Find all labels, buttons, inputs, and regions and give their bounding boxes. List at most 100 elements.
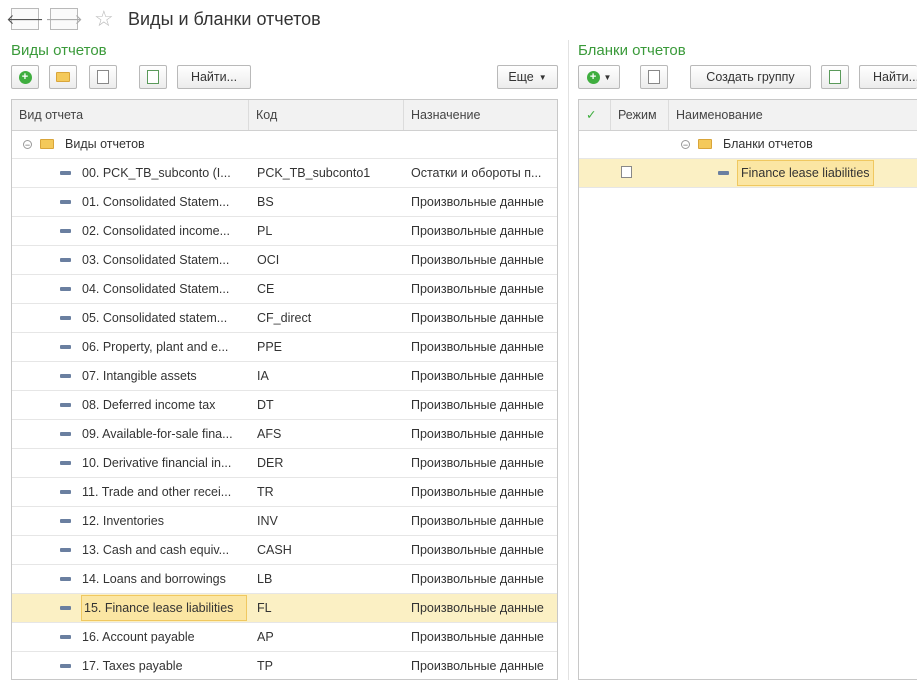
group-label: Бланки отчетов [723,137,813,151]
favorite-star-icon[interactable]: ☆ [94,6,114,32]
report-forms-table[interactable]: ✓ Режим Наименование − Бланки отчетов Fi… [578,99,917,680]
item-dash-icon [60,258,71,262]
code-cell: CASH [257,543,292,557]
collapse-icon[interactable]: − [681,140,690,150]
type-cell: 10. Derivative financial in... [82,456,232,470]
purpose-cell: Произвольные данные [411,195,544,209]
type-cell: 15. Finance lease liabilities [81,595,247,621]
type-cell: 11. Trade and other recei... [82,485,232,499]
table-row[interactable]: 08. Deferred income tax DT Произвольные да… [12,391,557,420]
table-row[interactable]: 07. Intangible assets IA Произвольные данн… [12,362,557,391]
purpose-cell: Произвольные данные [411,659,544,673]
right-add-button[interactable]: + ▼ [578,65,620,89]
group-row[interactable]: − Виды отчетов [12,130,557,159]
code-cell: OCI [257,253,280,267]
new-document-button[interactable] [139,65,167,89]
type-cell: 08. Deferred income tax [82,398,216,412]
purpose-cell: Произвольные данные [411,253,544,267]
table-row[interactable]: 05. Consolidated statem... CF_direct Произ… [12,304,557,333]
document-add-icon [147,70,159,84]
type-cell: 14. Loans and borrowings [82,572,226,586]
table-row[interactable]: 09. Available-for-sale fina... AFS Произво… [12,420,557,449]
add-button[interactable]: + [11,65,39,89]
purpose-cell: Произвольные данные [411,282,544,296]
item-dash-icon [60,403,71,407]
report-types-table[interactable]: Вид отчета Код Назначение − Виды отчетов… [11,99,558,680]
table-row[interactable]: 14. Loans and borrowings LB Произвольные д… [12,565,557,594]
type-cell: 00. PCK_TB_subconto (I... [82,166,231,180]
page-title: Виды и бланки отчетов [128,9,321,29]
right-find-button[interactable]: Найти... [859,65,917,89]
code-cell: PPE [257,340,283,354]
splitter[interactable] [568,40,569,680]
purpose-cell: Произвольные данные [411,456,544,470]
type-cell: 06. Property, plant and e... [82,340,229,354]
table-row[interactable]: 00. PCK_TB_subconto (I... PCK_TB_subconto… [12,159,557,188]
chevron-down-icon: ▼ [603,72,612,82]
more-button[interactable]: Еще ▼ [497,65,558,89]
item-dash-icon [60,432,71,436]
add-icon: + [586,70,600,84]
table-header: Вид отчета Код Назначение [12,100,557,131]
item-dash-icon [60,519,71,523]
column-header-check[interactable]: ✓ [579,100,611,130]
column-header-type[interactable]: Вид отчета [12,100,249,130]
left-find-button[interactable]: Найти... [177,65,251,89]
more-label: Еще [508,70,534,84]
table-row[interactable]: 17. Taxes payable TP Произвольные данные [12,652,557,679]
collapse-icon[interactable]: − [23,140,32,150]
code-cell: DT [257,398,274,412]
arrow-right-icon: 🡒 [45,10,83,27]
purpose-cell: Произвольные данные [411,601,544,615]
forward-button[interactable]: 🡒 [45,8,83,30]
item-dash-icon [718,171,729,175]
table-row[interactable]: 04. Consolidated Statem... CE Произвольные… [12,275,557,304]
type-cell: 13. Cash and cash equiv... [82,543,230,557]
add-folder-button[interactable] [49,65,77,89]
group-row[interactable]: − Бланки отчетов [579,130,917,159]
item-dash-icon [60,374,71,378]
table-row[interactable]: 03. Consolidated Statem... OCI Произвольны… [12,246,557,275]
right-copy-button[interactable] [640,65,668,89]
code-cell: PL [257,224,273,238]
table-row[interactable]: 16. Account payable AP Произвольные данные [12,623,557,652]
code-cell: AP [257,630,274,644]
type-cell: 17. Taxes payable [82,659,183,673]
item-dash-icon [60,606,71,610]
purpose-cell: Произвольные данные [411,572,544,586]
table-row[interactable]: 01. Consolidated Statem... BS Произвольные… [12,188,557,217]
code-cell: CF_direct [257,311,312,325]
type-cell: 16. Account payable [82,630,195,644]
mode-document-icon [621,166,632,178]
table-row[interactable]: 02. Consolidated income... PL Произвольные… [12,217,557,246]
purpose-cell: Произвольные данные [411,369,544,383]
arrow-left-icon: 🡐 [6,10,44,27]
table-row[interactable]: 10. Derivative financial in... DER Произво… [12,449,557,478]
form-name-cell[interactable]: Finance lease liabilities [737,160,874,186]
column-header-purpose[interactable]: Назначение [404,100,557,130]
item-dash-icon [60,200,71,204]
table-row[interactable]: 15. Finance lease liabilities FL Произволь… [12,594,557,623]
table-row[interactable]: 12. Inventories INV Произвольные данные [12,507,557,536]
right-new-document-button[interactable] [821,65,849,89]
type-cell: 01. Consolidated Statem... [82,195,230,209]
code-cell: LB [257,572,273,586]
copy-button[interactable] [89,65,117,89]
column-header-code[interactable]: Код [249,100,404,130]
create-group-button[interactable]: Создать группу [690,65,811,89]
column-header-name[interactable]: Наименование [669,100,917,130]
type-cell: 12. Inventories [82,514,164,528]
table-row-selected[interactable]: Finance lease liabilities [579,159,917,188]
purpose-cell: Произвольные данные [411,543,544,557]
item-dash-icon [60,171,71,175]
type-cell: 09. Available-for-sale fina... [82,427,233,441]
table-row[interactable]: 13. Cash and cash equiv... CASH Произвольн… [12,536,557,565]
back-button[interactable]: 🡐 [6,8,44,30]
type-cell: 03. Consolidated Statem... [82,253,230,267]
add-icon: + [18,70,32,84]
purpose-cell: Произвольные данные [411,630,544,644]
copy-icon [97,70,109,84]
table-row[interactable]: 06. Property, plant and e... PPE Произволь… [12,333,557,362]
column-header-mode[interactable]: Режим [611,100,669,130]
table-row[interactable]: 11. Trade and other recei... TR Произвольн… [12,478,557,507]
